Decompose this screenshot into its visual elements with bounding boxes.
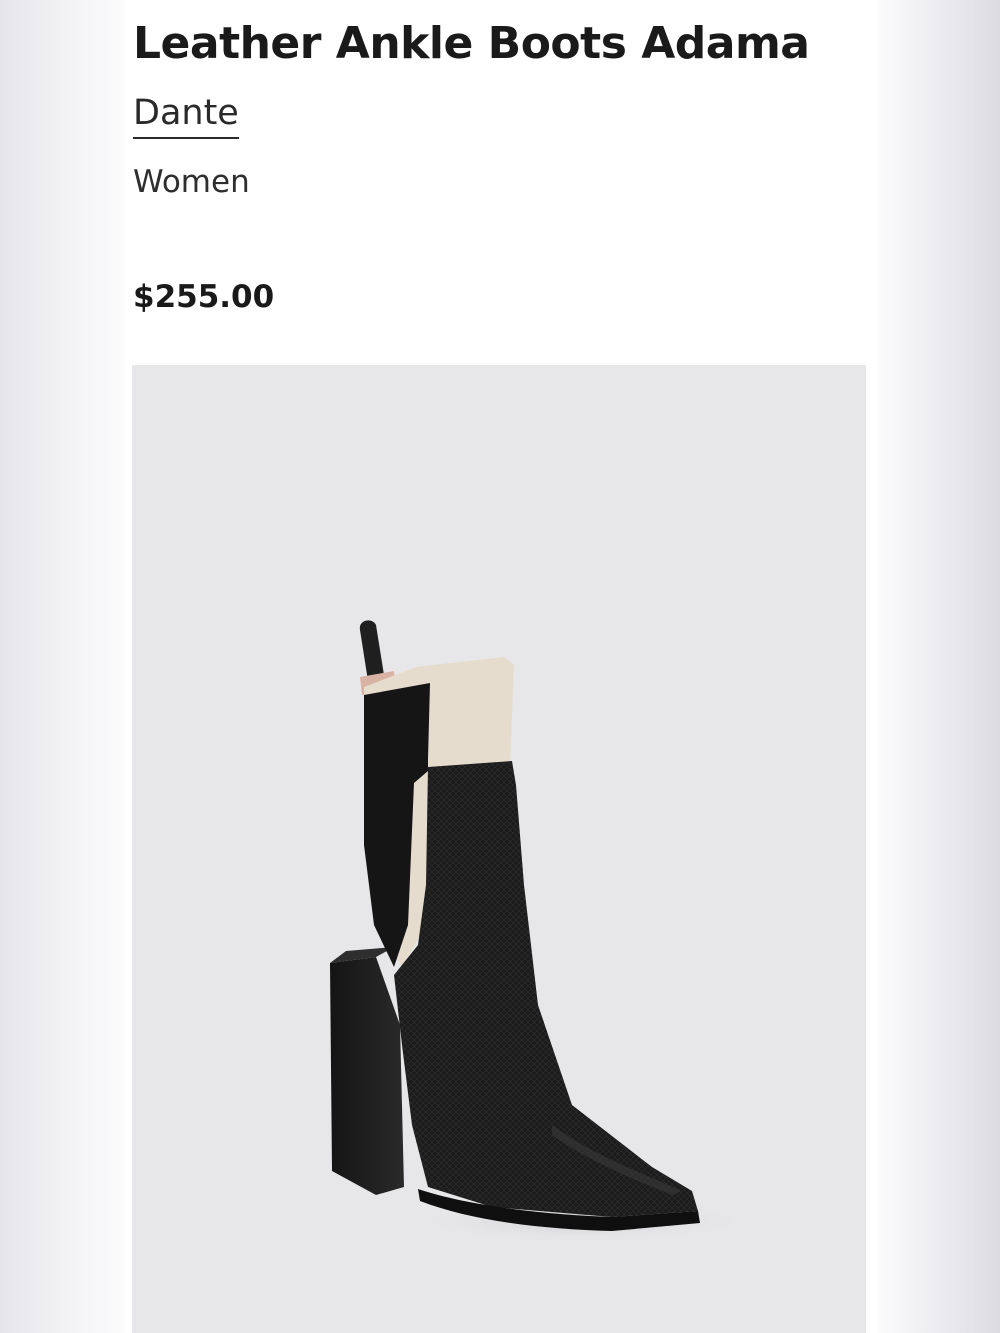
product-price: $255.00 [133, 279, 275, 315]
product-title: Leather Ankle Boots Adama [133, 18, 810, 69]
backdrop-right [878, 0, 1000, 1333]
product-page: Leather Ankle Boots Adama Dante Women $2… [124, 0, 878, 1333]
pull-tab [359, 620, 384, 681]
product-image[interactable] [132, 365, 866, 1333]
block-heel [330, 957, 404, 1195]
boot-illustration [330, 620, 752, 1243]
boot-vamp [394, 761, 698, 1217]
product-category: Women [133, 164, 250, 200]
brand-link[interactable]: Dante [133, 96, 239, 139]
backdrop-left [0, 0, 124, 1333]
